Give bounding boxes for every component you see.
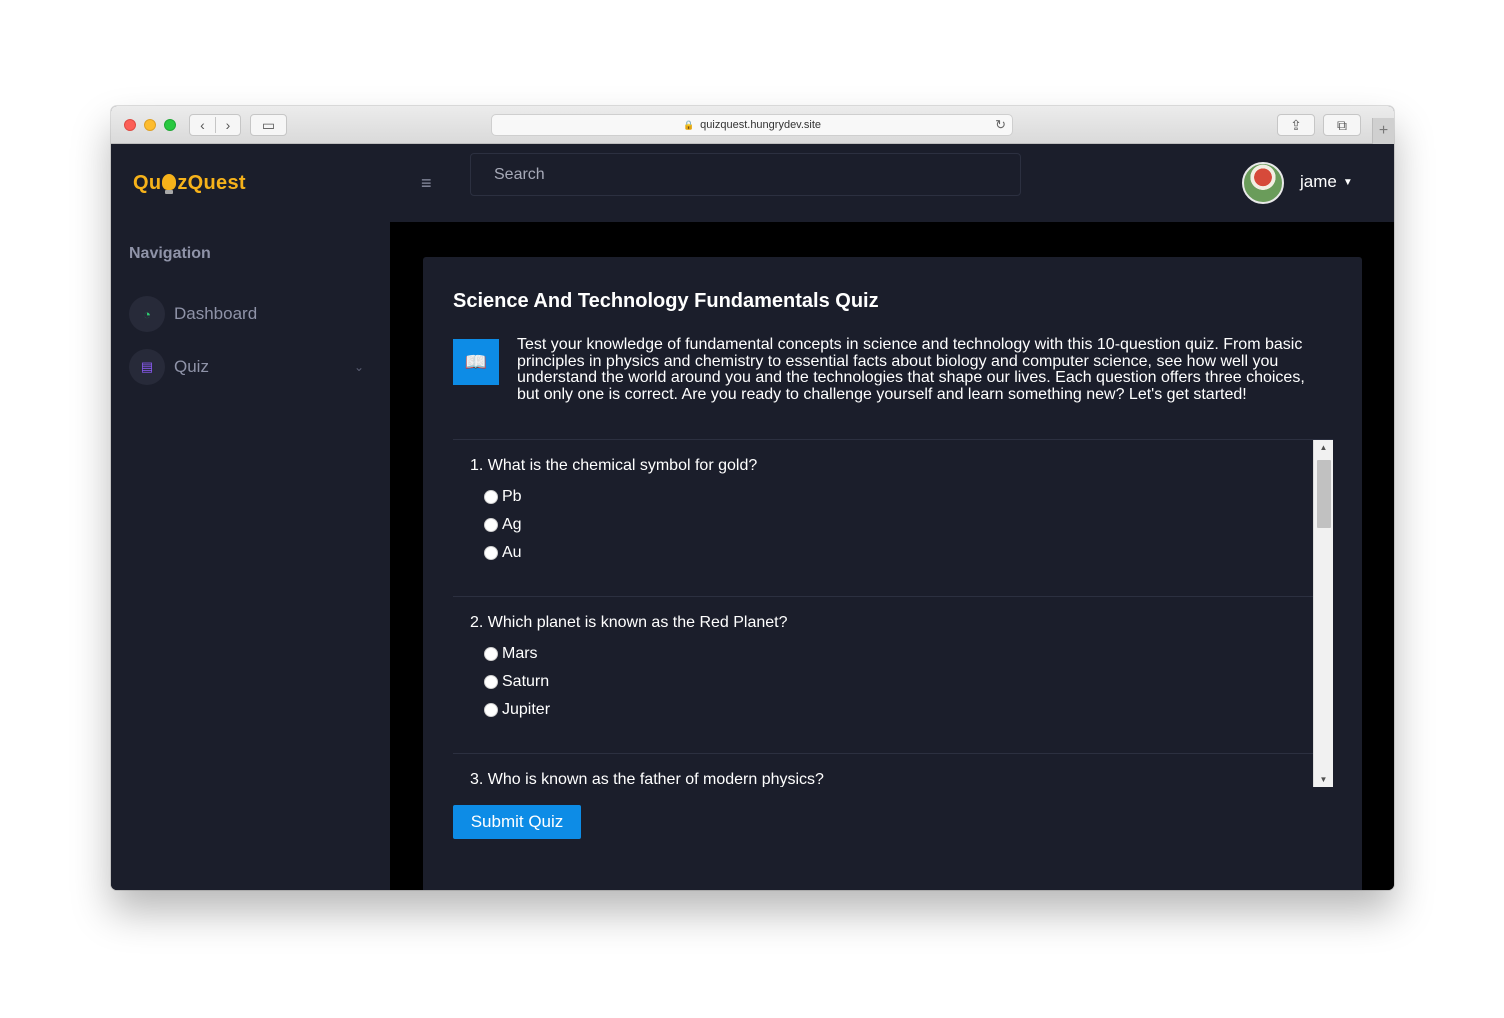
option-label: Saturn (502, 673, 550, 690)
sidebar-item-label: Quiz (174, 357, 209, 376)
question-text: 1. What is the chemical symbol for gold? (470, 457, 758, 474)
scroll-down-icon[interactable]: ▼ (1314, 772, 1333, 787)
answer-option[interactable]: Au (484, 539, 1333, 567)
radio-button[interactable] (484, 490, 498, 504)
browser-window: ‹ › ▭ 🔒 quizquest.hungrydev.site ↻ ⇪ ⧉ +… (111, 106, 1394, 890)
option-label: Ag (502, 516, 522, 533)
option-label: Au (502, 544, 522, 561)
submit-quiz-button[interactable]: Submit Quiz (453, 805, 581, 839)
history-nav: ‹ › (189, 114, 241, 136)
search-input[interactable] (470, 153, 1021, 196)
caret-down-icon: ▼ (1342, 177, 1353, 188)
minimize-window-button[interactable] (144, 119, 156, 131)
option-label: Pb (502, 488, 522, 505)
book-icon: 📖 (453, 339, 499, 385)
option-label: Jupiter (502, 701, 551, 718)
question-3: 3. Who is known as the father of modern … (453, 754, 1333, 787)
answer-option[interactable]: Ag (484, 511, 1333, 539)
answer-option[interactable]: Mars (484, 640, 1333, 668)
tabs-overview-icon[interactable]: ⧉ (1323, 114, 1361, 136)
sidebar-toggle-icon[interactable]: ▭ (250, 114, 287, 136)
radio-button[interactable] (484, 675, 498, 689)
address-bar[interactable]: 🔒 quizquest.hungrydev.site ↻ (491, 114, 1013, 136)
scrollbar-thumb[interactable] (1317, 460, 1331, 528)
lightbulb-icon (162, 174, 177, 194)
question-2: 2. Which planet is known as the Red Plan… (453, 597, 1333, 754)
radio-button[interactable] (484, 546, 498, 560)
new-tab-icon[interactable]: + (1372, 118, 1394, 144)
url-text: quizquest.hungrydev.site (700, 119, 822, 131)
sidebar-title: Navigation (129, 245, 211, 262)
question-1: 1. What is the chemical symbol for gold?… (453, 440, 1333, 597)
user-menu[interactable]: jame ▼ (1300, 172, 1353, 192)
forward-icon[interactable]: › (214, 117, 240, 133)
sidebar-item-dashboard[interactable]: ◔ Dashboard (129, 296, 369, 332)
page-title: Science And Technology Fundamentals Quiz (453, 290, 879, 312)
logo-text-right: zQuest (177, 172, 246, 194)
scroll-up-icon[interactable]: ▲ (1314, 440, 1333, 456)
question-text: 2. Which planet is known as the Red Plan… (470, 614, 788, 631)
radio-button[interactable] (484, 703, 498, 717)
app: Qu zQuest ≡ jame ▼ Navigation ◔ Dashboard … (111, 144, 1394, 890)
sidebar-item-label: Dashboard (174, 304, 258, 323)
radio-button[interactable] (484, 518, 498, 532)
quiz-description: Test your knowledge of fundamental conce… (517, 336, 1305, 403)
browser-toolbar: ‹ › ▭ 🔒 quizquest.hungrydev.site ↻ ⇪ ⧉ + (111, 106, 1394, 144)
close-window-button[interactable] (124, 119, 136, 131)
radio-button[interactable] (484, 647, 498, 661)
sidebar: Navigation ◔ Dashboard ▤ Quiz ⌄ (111, 222, 390, 890)
list-icon: ▤ (129, 349, 165, 385)
question-text: 3. Who is known as the father of modern … (470, 771, 824, 787)
logo[interactable]: Qu zQuest (133, 172, 246, 195)
option-label: Mars (502, 645, 538, 662)
share-icon[interactable]: ⇪ (1277, 114, 1315, 136)
username: jame (1300, 172, 1337, 191)
chevron-down-icon: ⌄ (353, 360, 364, 374)
logo-text-left: Qu (133, 172, 162, 194)
avatar[interactable] (1242, 162, 1284, 204)
top-bar: Qu zQuest ≡ jame ▼ (111, 144, 1394, 222)
zoom-window-button[interactable] (164, 119, 176, 131)
answer-option[interactable]: Saturn (484, 668, 1333, 696)
main-content: Science And Technology Fundamentals Quiz… (390, 222, 1394, 890)
questions-list: 1. What is the chemical symbol for gold?… (453, 439, 1333, 787)
questions-scrollbar[interactable]: ▲ ▼ (1313, 440, 1333, 787)
answer-option[interactable]: Pb (484, 483, 1333, 511)
lock-icon: 🔒 (682, 119, 695, 130)
answer-option[interactable]: Jupiter (484, 696, 1333, 724)
quiz-card: Science And Technology Fundamentals Quiz… (423, 257, 1362, 890)
sidebar-item-quiz[interactable]: ▤ Quiz ⌄ (129, 349, 369, 385)
menu-icon[interactable]: ≡ (421, 173, 432, 194)
back-icon[interactable]: ‹ (190, 117, 215, 133)
reload-icon[interactable]: ↻ (995, 117, 1006, 133)
gauge-icon: ◔ (129, 296, 165, 332)
